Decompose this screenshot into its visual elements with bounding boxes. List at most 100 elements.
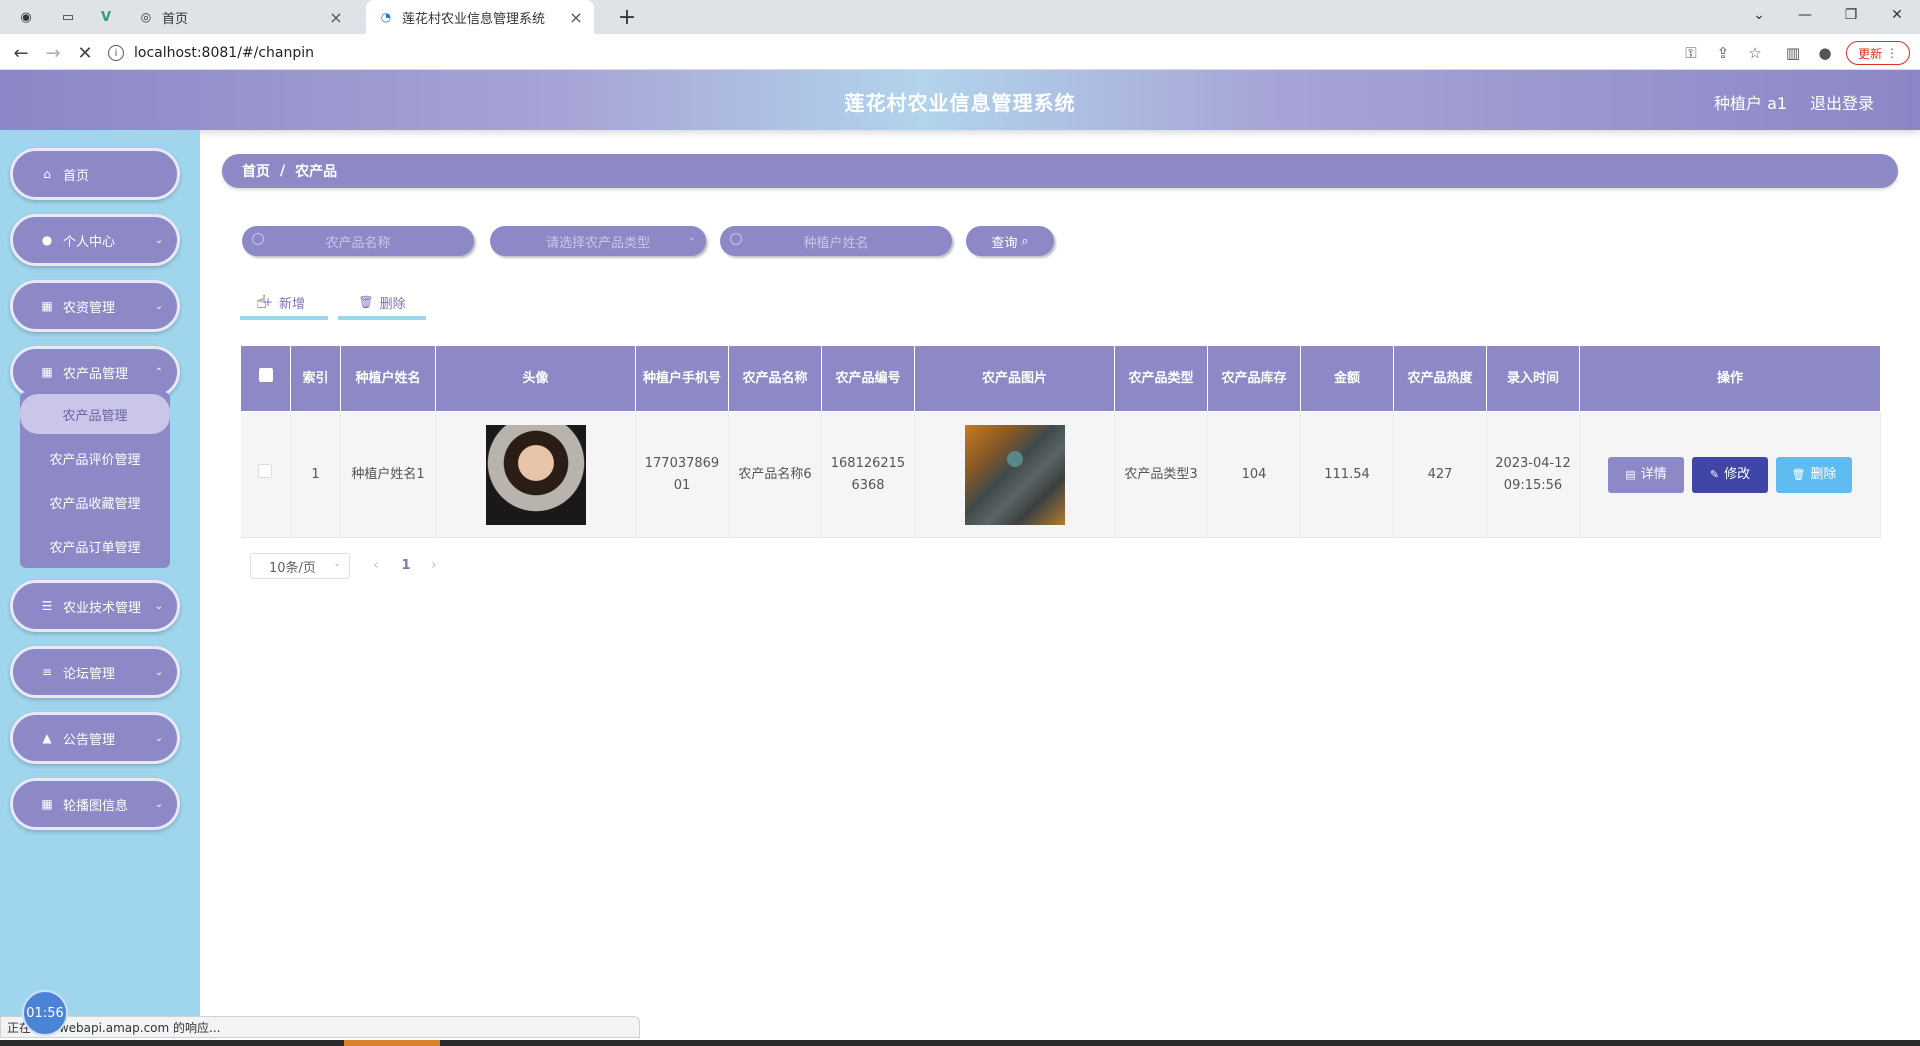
sliders-icon: ☰: [41, 599, 53, 613]
menu-personal-center[interactable]: ● 个人中心 ⌄: [10, 214, 180, 266]
pinned-tab-vue[interactable]: V: [92, 0, 120, 34]
grid-icon: ▦: [41, 299, 53, 313]
batch-delete-button[interactable]: 🗑 删除: [338, 288, 426, 320]
menu-home[interactable]: ⌂ 首页: [10, 148, 180, 200]
cell-avatar: [435, 411, 636, 538]
detail-button[interactable]: ▤ 详情: [1608, 456, 1684, 493]
update-button[interactable]: 更新 ⋮: [1846, 41, 1910, 65]
close-icon[interactable]: ×: [566, 8, 586, 27]
menu-farm-supplies[interactable]: ▦ 农资管理 ⌄: [10, 280, 180, 332]
row-select-cell[interactable]: [240, 411, 291, 538]
star-icon[interactable]: ☆: [1744, 42, 1766, 64]
pinned-tab-blank[interactable]: ▭: [54, 0, 82, 34]
forward-button[interactable]: →: [40, 40, 66, 66]
select-all-header[interactable]: [240, 345, 291, 412]
farmer-name-input[interactable]: 种植户姓名: [720, 226, 952, 256]
info-icon[interactable]: i: [108, 45, 124, 61]
tab-title: 首页: [162, 11, 189, 27]
user-icon: ●: [41, 233, 53, 247]
prev-page-button[interactable]: ‹: [366, 553, 386, 577]
url-text: localhost:8081/#/chanpin: [134, 45, 315, 61]
avatar: [485, 424, 586, 525]
submenu-product-orders[interactable]: 农产品订单管理: [20, 526, 170, 566]
menu-agri-tech[interactable]: ☰ 农业技术管理 ⌄: [10, 580, 180, 632]
thumb-icon: ▲: [42, 731, 52, 745]
search-icon: [252, 233, 264, 245]
stop-loading-button[interactable]: ✕: [72, 40, 98, 66]
clock-time: 01:56: [26, 1005, 64, 1021]
page-size-select[interactable]: 10条/页 ⌄: [250, 553, 350, 579]
url-field[interactable]: i localhost:8081/#/chanpin: [108, 39, 1808, 67]
page-number-current[interactable]: 1: [398, 553, 414, 577]
app-title: 莲花村农业信息管理系统: [844, 91, 1076, 115]
restore-button[interactable]: ❐: [1828, 0, 1874, 30]
product-type-select[interactable]: 请选择农产品类型 ⌄: [490, 226, 706, 256]
cell-farmer-name: 种植户姓名1: [340, 411, 436, 538]
app-header: 莲花村农业信息管理系统 种植户 a1 退出登录: [0, 70, 1920, 130]
update-label: 更新: [1858, 46, 1883, 61]
menu-announcements[interactable]: ▲ 公告管理 ⌄: [10, 712, 180, 764]
close-window-button[interactable]: ✕: [1874, 0, 1920, 30]
chevron-down-icon: ⌄: [154, 666, 164, 678]
close-icon[interactable]: ×: [326, 8, 346, 27]
menu-products[interactable]: ▦ 农产品管理 ⌃: [10, 346, 180, 398]
new-tab-button[interactable]: +: [614, 4, 640, 30]
column-header: 种植户姓名: [340, 345, 436, 412]
add-button[interactable]: + 新增: [240, 288, 328, 320]
tab-title: 莲花村农业信息管理系统: [402, 11, 546, 27]
search-icon: [730, 233, 742, 245]
column-header: 农产品名称: [728, 345, 822, 412]
delete-label: 删除: [379, 296, 406, 312]
menu-label: 论坛管理: [63, 666, 116, 682]
breadcrumb-current: 农产品: [295, 164, 338, 180]
menu-label: 农资管理: [63, 300, 116, 316]
clock-widget[interactable]: 01:56: [22, 990, 68, 1036]
edit-label: 修改: [1724, 466, 1751, 482]
next-page-button[interactable]: ›: [424, 553, 444, 577]
submenu-product-favorites[interactable]: 农产品收藏管理: [20, 482, 170, 522]
browser-tab-bar: ◉ ▭ V ◎ 首页 × ◔ 莲花村农业信息管理系统 × + ⌄ — ❐ ✕: [0, 0, 1920, 34]
sidepanel-icon[interactable]: ▥: [1782, 42, 1804, 64]
cell-entry-time: 2023-04-12 09:15:56: [1486, 411, 1580, 538]
row-delete-button[interactable]: 🗑 删除: [1776, 456, 1852, 493]
pinned-tab-github[interactable]: ◉: [12, 0, 40, 34]
detail-label: 详情: [1640, 466, 1667, 482]
menu-label: 农业技术管理: [63, 600, 142, 616]
column-header: 操作: [1579, 345, 1881, 412]
browser-address-bar: ← → ✕ i localhost:8081/#/chanpin ⚿ ⇪ ☆ ▥…: [0, 34, 1920, 70]
grid-icon: ▦: [41, 365, 53, 379]
menu-forum[interactable]: ≡ 论坛管理 ⌄: [10, 646, 180, 698]
cell-product-image: [914, 411, 1115, 538]
chevron-down-icon: ⌄: [333, 559, 341, 569]
tab-search-button[interactable]: ⌄: [1736, 0, 1782, 30]
github-icon: ◉: [20, 9, 32, 25]
row-checkbox[interactable]: [258, 463, 273, 478]
menu-label: 轮播图信息: [63, 798, 129, 814]
edit-button[interactable]: ✎ 修改: [1692, 456, 1768, 493]
cell-amount: 111.54: [1300, 411, 1394, 538]
row-delete-label: 删除: [1810, 466, 1837, 482]
back-button[interactable]: ←: [8, 40, 34, 66]
cell-index: 1: [290, 411, 341, 538]
column-header: 录入时间: [1486, 345, 1580, 412]
submenu-product-reviews[interactable]: 农产品评价管理: [20, 438, 170, 478]
minimize-button[interactable]: —: [1782, 0, 1828, 30]
product-name-input[interactable]: 农产品名称: [242, 226, 474, 256]
key-icon[interactable]: ⚿: [1680, 42, 1702, 64]
query-button[interactable]: 查询 ⌕: [966, 226, 1054, 256]
cell-product-type: 农产品类型3: [1114, 411, 1208, 538]
menu-carousel[interactable]: ▦ 轮播图信息 ⌄: [10, 778, 180, 830]
column-header: 农产品热度: [1393, 345, 1487, 412]
logout-link[interactable]: 退出登录: [1810, 90, 1874, 114]
breadcrumb-separator: /: [280, 163, 286, 179]
select-all-checkbox[interactable]: [258, 368, 273, 382]
menu-label: 农产品管理: [63, 366, 129, 382]
breadcrumb-home[interactable]: 首页: [242, 161, 270, 181]
column-header: 种植户手机号: [635, 345, 729, 412]
tab-home[interactable]: ◎ 首页 ×: [126, 0, 354, 34]
column-header: 金额: [1300, 345, 1394, 412]
submenu-product-management[interactable]: 农产品管理: [20, 394, 170, 434]
share-icon[interactable]: ⇪: [1712, 42, 1734, 64]
profile-icon[interactable]: ●: [1814, 42, 1836, 64]
tab-active-system[interactable]: ◔ 莲花村农业信息管理系统 ×: [366, 0, 594, 34]
